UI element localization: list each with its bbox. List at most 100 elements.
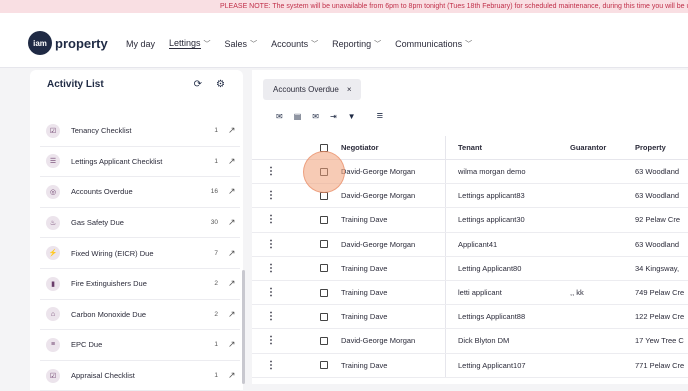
top-bar: iam property My day Lettings ﹀ Sales ﹀ Acc…	[0, 13, 688, 68]
app-logo[interactable]: iam property	[28, 31, 108, 55]
cell-property: 34 Kingsway,	[635, 263, 680, 273]
cell-negotiator: David-George Morgan	[341, 239, 416, 249]
row-checkbox[interactable]	[320, 361, 328, 370]
cell-negotiator: David-George Morgan	[341, 336, 416, 346]
cell-negotiator: Training Dave	[341, 263, 388, 273]
header-tenant[interactable]: Tenant	[445, 136, 558, 159]
cell-tenant: Letting Applicant107	[445, 353, 558, 377]
row-menu-icon[interactable]: ⋮	[252, 190, 290, 201]
filter-icon[interactable]: ▼	[348, 112, 356, 121]
activity-list-title: Activity List	[47, 79, 104, 90]
nav-my-day[interactable]: My day	[126, 38, 155, 49]
activity-scrollbar[interactable]	[242, 270, 245, 384]
open-external-icon[interactable]: ↗	[228, 217, 240, 228]
nav-reporting[interactable]: Reporting ﹀	[332, 38, 381, 49]
header-property[interactable]: Property	[635, 143, 688, 152]
open-external-icon[interactable]: ↗	[228, 370, 240, 381]
cell-property: 749 Pelaw Cre	[635, 288, 685, 298]
row-menu-icon[interactable]: ⋮	[252, 239, 290, 250]
cell-property: 17 Yew Tree C	[635, 336, 684, 346]
activity-count: 7	[214, 249, 218, 257]
chevron-down-icon: ﹀	[203, 40, 211, 48]
cell-negotiator: Training Dave	[341, 312, 388, 322]
row-menu-icon[interactable]: ⋮	[252, 311, 290, 322]
activity-item[interactable]: ≡ EPC Due 1 ↗	[40, 330, 240, 361]
open-external-icon[interactable]: ↗	[228, 186, 240, 197]
gear-icon[interactable]: ⚙	[216, 79, 225, 90]
table-row[interactable]: ⋮ Training Dave Lettings applicant30 92 …	[252, 208, 688, 233]
cell-tenant: wilma morgan demo	[445, 160, 558, 184]
activity-count: 1	[214, 341, 218, 349]
main-nav: My day Lettings ﹀ Sales ﹀ Accounts ﹀ Report…	[126, 38, 472, 49]
tab-accounts-overdue[interactable]: Accounts Overdue ×	[263, 79, 362, 100]
row-checkbox[interactable]	[320, 215, 328, 224]
row-menu-icon[interactable]: ⋮	[252, 263, 290, 274]
cell-property: 771 Pelaw Cre	[635, 360, 685, 370]
table-row[interactable]: ⋮ David-George Morgan Dick Blyton DM 17 …	[252, 329, 688, 354]
plug-icon: ⚡	[46, 246, 60, 261]
header-negotiator[interactable]: Negotiator	[341, 143, 445, 152]
row-checkbox[interactable]	[320, 264, 328, 273]
open-external-icon[interactable]: ↗	[228, 309, 240, 320]
email-icon[interactable]: ✉	[276, 112, 283, 121]
refresh-icon[interactable]: ⟳	[194, 79, 202, 90]
activity-count: 2	[214, 310, 218, 318]
row-checkbox[interactable]	[320, 240, 328, 249]
row-checkbox[interactable]	[320, 336, 328, 345]
open-external-icon[interactable]: ↗	[228, 339, 240, 350]
close-icon[interactable]: ×	[347, 85, 352, 94]
table-row[interactable]: ⋮ Training Dave Letting Applicant80 34 K…	[252, 256, 688, 281]
activity-count: 30	[210, 219, 218, 227]
activity-item[interactable]: ◎ Accounts Overdue 16 ↗	[40, 177, 240, 208]
checklist-icon: ☑	[46, 123, 60, 138]
cell-property: 92 Pelaw Cre	[635, 215, 681, 225]
cell-tenant: Dick Blyton DM	[445, 329, 558, 353]
cell-tenant: Lettings Applicant88	[445, 305, 558, 329]
cell-tenant: letti applicant	[445, 280, 558, 305]
activity-item[interactable]: ☰ Lettings Applicant Checklist 1 ↗	[40, 147, 240, 178]
list-icon: ☰	[46, 154, 60, 169]
row-menu-icon[interactable]: ⋮	[252, 335, 290, 346]
extinguisher-icon: ▮	[46, 276, 60, 291]
export-icon[interactable]: ⇥	[330, 112, 337, 121]
activity-count: 16	[210, 188, 218, 196]
open-external-icon[interactable]: ↗	[228, 156, 240, 167]
row-menu-icon[interactable]: ⋮	[252, 166, 290, 177]
open-external-icon[interactable]: ↗	[228, 125, 240, 136]
cell-property: 63 Woodland	[635, 167, 680, 177]
sort-icon[interactable]: ≡	[377, 111, 383, 122]
row-menu-icon[interactable]: ⋮	[252, 360, 290, 371]
table-row[interactable]: ⋮ Training Dave Lettings Applicant88 122…	[252, 305, 688, 330]
row-menu-icon[interactable]: ⋮	[252, 214, 290, 225]
cell-negotiator: David-George Morgan	[341, 167, 416, 177]
activity-item[interactable]: ⚡ Fixed Wiring (EICR) Due 7 ↗	[40, 238, 240, 269]
activity-item[interactable]: ☑ Appraisal Checklist 1 ↗	[40, 361, 240, 391]
activity-item[interactable]: ☑ Tenancy Checklist 1 ↗	[40, 116, 240, 147]
open-external-icon[interactable]: ↗	[228, 278, 240, 289]
letter-icon[interactable]: ✉	[312, 112, 319, 121]
cell-property: 122 Pelaw Cre	[635, 312, 685, 322]
table-row[interactable]: ⋮ Training Dave letti applicant ,, kk 74…	[252, 280, 688, 306]
row-checkbox[interactable]	[320, 288, 328, 297]
nav-sales[interactable]: Sales ﹀	[225, 38, 258, 49]
table-row[interactable]: ⋮ Training Dave Letting Applicant107 771…	[252, 353, 688, 378]
activity-count: 1	[214, 372, 218, 380]
tab-label: Accounts Overdue	[273, 85, 339, 94]
activity-item[interactable]: ⌂ Carbon Monoxide Due 2 ↗	[40, 300, 240, 331]
logo-text: property	[55, 35, 108, 51]
activity-list-panel: Activity List ⟳ ⚙ ☑ Tenancy Checklist 1 ↗ ☰…	[30, 70, 243, 391]
open-external-icon[interactable]: ↗	[228, 248, 240, 259]
sms-icon[interactable]: ▤	[294, 112, 302, 121]
nav-accounts[interactable]: Accounts ﹀	[271, 38, 318, 49]
header-guarantor[interactable]: Guarantor	[558, 143, 635, 152]
row-menu-icon[interactable]: ⋮	[252, 287, 290, 298]
activity-item[interactable]: ▮ Fire Extinguishers Due 2 ↗	[40, 269, 240, 300]
table-row[interactable]: ⋮ David-George Morgan Applicant41 63 Woo…	[252, 232, 688, 257]
activity-item[interactable]: ♨ Gas Safety Due 30 ↗	[40, 208, 240, 239]
row-checkbox[interactable]	[320, 312, 328, 321]
maintenance-notice: PLEASE NOTE: The system will be unavaila…	[0, 0, 688, 13]
cell-tenant: Letting Applicant80	[445, 256, 558, 280]
nav-lettings[interactable]: Lettings ﹀	[169, 38, 211, 49]
nav-communications[interactable]: Communications ﹀	[395, 38, 472, 49]
document-icon: ≡	[46, 337, 60, 352]
